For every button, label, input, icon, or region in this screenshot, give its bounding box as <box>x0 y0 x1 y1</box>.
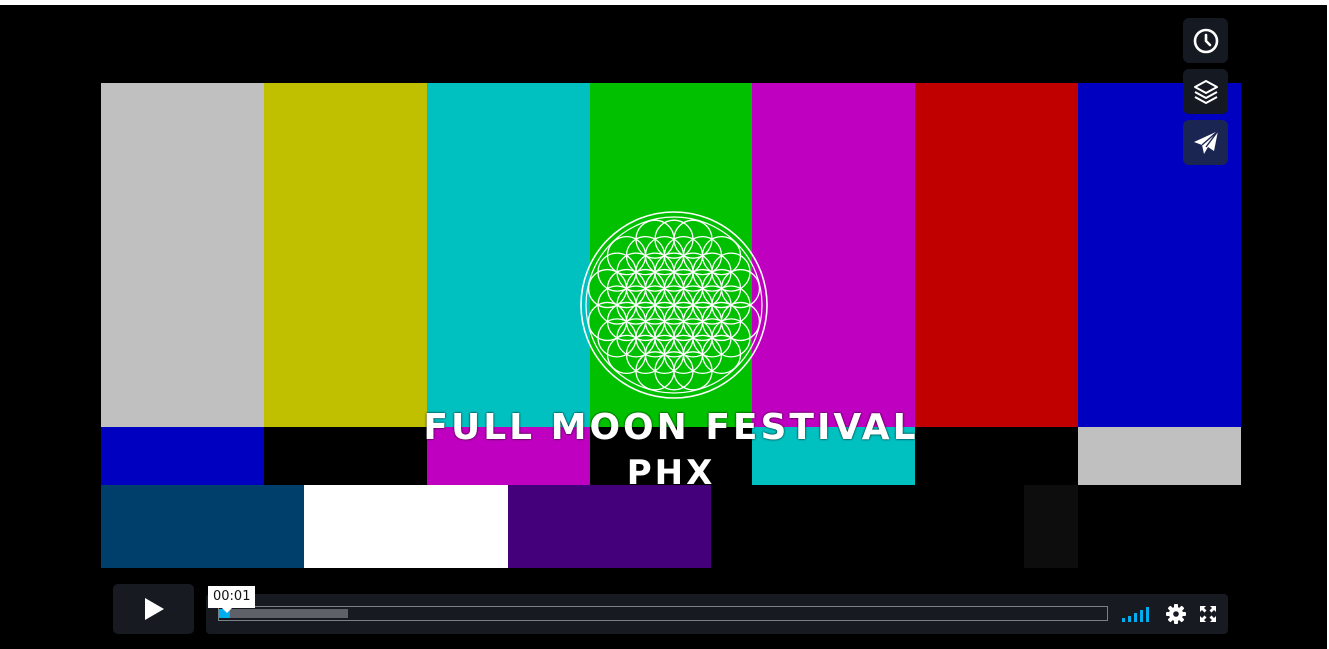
color-bar <box>915 427 1079 485</box>
color-bar <box>426 427 590 485</box>
collections-button[interactable] <box>1183 69 1228 114</box>
layers-icon <box>1193 79 1218 104</box>
video-frame[interactable]: FULL MOON FESTIVAL PHX <box>101 83 1242 568</box>
color-bar <box>101 427 264 485</box>
play-button[interactable] <box>113 584 194 634</box>
color-block <box>711 485 1024 568</box>
side-buttons <box>1183 18 1228 171</box>
clock-icon <box>1193 28 1218 53</box>
color-block <box>101 485 304 568</box>
fullscreen-icon[interactable] <box>1200 606 1216 622</box>
watch-later-button[interactable] <box>1183 18 1228 63</box>
buffered-bar <box>219 609 348 618</box>
progress-bar[interactable] <box>218 606 1108 621</box>
play-icon <box>144 598 164 620</box>
color-bars-top <box>101 83 1242 427</box>
color-bars-bottom <box>101 485 1241 568</box>
color-block <box>1024 485 1078 568</box>
color-bar <box>1078 427 1242 485</box>
video-player[interactable]: FULL MOON FESTIVAL PHX 00:01 <box>0 5 1327 649</box>
paper-plane-icon <box>1193 129 1219 154</box>
color-bar <box>426 83 590 427</box>
color-bar <box>915 83 1079 427</box>
color-block <box>508 485 711 568</box>
color-bar <box>589 427 753 485</box>
color-bar <box>101 83 264 427</box>
color-bars-middle <box>101 427 1242 485</box>
color-bar <box>589 83 753 427</box>
current-time-tooltip: 00:01 <box>208 586 256 613</box>
color-block <box>1078 485 1241 568</box>
color-block <box>304 485 508 568</box>
volume-bars-icon[interactable] <box>1122 606 1152 622</box>
control-bar <box>206 594 1228 634</box>
color-bar <box>263 83 427 427</box>
share-button[interactable] <box>1183 120 1228 165</box>
color-bar <box>752 83 916 427</box>
color-bar <box>263 427 427 485</box>
color-bar <box>752 427 916 485</box>
gear-icon[interactable] <box>1166 604 1186 624</box>
